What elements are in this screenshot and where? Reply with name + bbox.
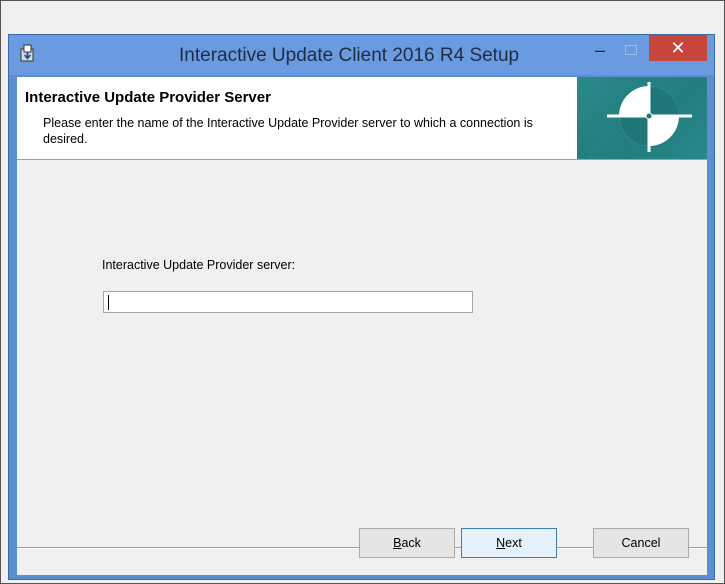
title-bar[interactable]: Interactive Update Client 2016 R4 Setup … [9, 35, 714, 75]
dialog-body: Interactive Update Provider Server Pleas… [17, 77, 707, 575]
minimize-button[interactable]: – [587, 39, 613, 61]
window-title: Interactive Update Client 2016 R4 Setup [179, 45, 520, 66]
minimize-icon: – [594, 40, 605, 60]
close-button[interactable]: ✕ [649, 35, 707, 61]
next-button[interactable]: Next [461, 528, 557, 558]
server-input[interactable] [103, 291, 473, 313]
back-button[interactable]: Back [359, 528, 455, 558]
close-icon: ✕ [670, 38, 686, 58]
banner-logo [577, 77, 707, 159]
cancel-label: Cancel [621, 536, 661, 550]
compass-logo-icon [587, 77, 707, 159]
maximize-icon [625, 45, 637, 55]
installer-icon [20, 44, 34, 62]
header-banner: Interactive Update Provider Server Pleas… [17, 77, 707, 160]
page-description: Please enter the name of the Interactive… [43, 116, 533, 146]
back-label: ack [401, 536, 421, 550]
text-cursor [108, 295, 109, 310]
next-accelerator: N [496, 536, 506, 550]
cancel-button[interactable]: Cancel [593, 528, 689, 558]
next-label: ext [505, 536, 522, 550]
setup-window: Interactive Update Client 2016 R4 Setup … [8, 34, 715, 580]
maximize-button[interactable] [617, 39, 643, 61]
page-title: Interactive Update Provider Server [25, 89, 271, 106]
server-label: Interactive Update Provider server: [102, 258, 296, 272]
